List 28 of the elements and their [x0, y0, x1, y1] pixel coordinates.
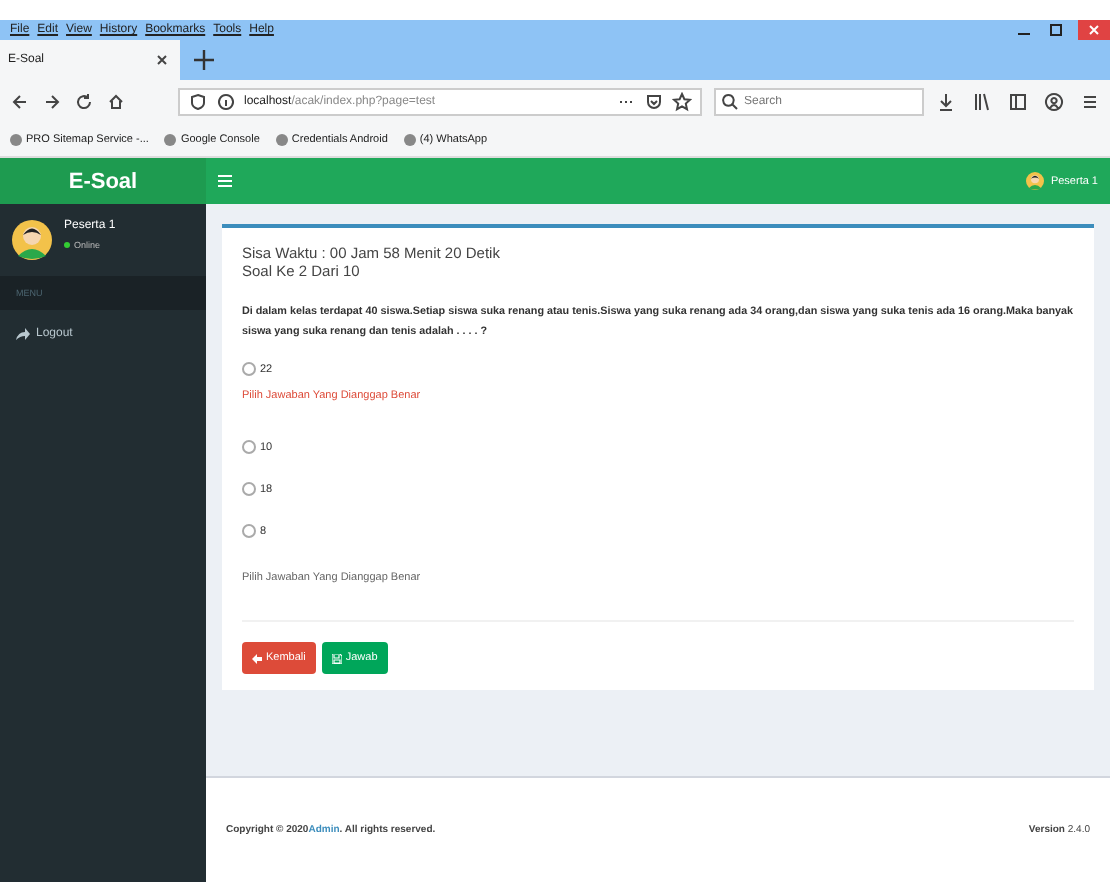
star-icon[interactable] [672, 92, 692, 112]
sidebar-icon[interactable] [1008, 92, 1028, 112]
user-avatar-icon [12, 220, 52, 260]
search-icon[interactable] [720, 92, 740, 112]
app-brand: E-Soal [0, 158, 206, 204]
user-avatar-icon [1026, 172, 1045, 190]
back-icon[interactable] [10, 92, 30, 112]
home-icon[interactable] [106, 92, 126, 112]
bookmark-icon [275, 134, 288, 146]
close-icon[interactable] [152, 50, 172, 70]
pocket-icon[interactable] [644, 92, 664, 112]
share-arrow-icon [16, 328, 30, 340]
bookmark-icon [403, 134, 416, 146]
library-icon[interactable] [972, 92, 992, 112]
status-dot [64, 242, 70, 248]
forward-icon[interactable] [42, 92, 62, 112]
bookmark-icon [10, 134, 22, 146]
arrow-left-icon [252, 653, 262, 664]
shield-icon[interactable] [188, 92, 208, 112]
account-icon[interactable] [1044, 92, 1064, 112]
bookmark-icon [164, 134, 177, 146]
restore-icon[interactable] [1046, 20, 1066, 40]
info-icon[interactable] [216, 92, 236, 112]
save-icon [331, 653, 342, 664]
new-tab-icon[interactable] [188, 44, 220, 76]
menu-icon[interactable] [1080, 92, 1100, 112]
reload-icon[interactable] [74, 92, 94, 112]
download-icon[interactable] [936, 92, 956, 112]
